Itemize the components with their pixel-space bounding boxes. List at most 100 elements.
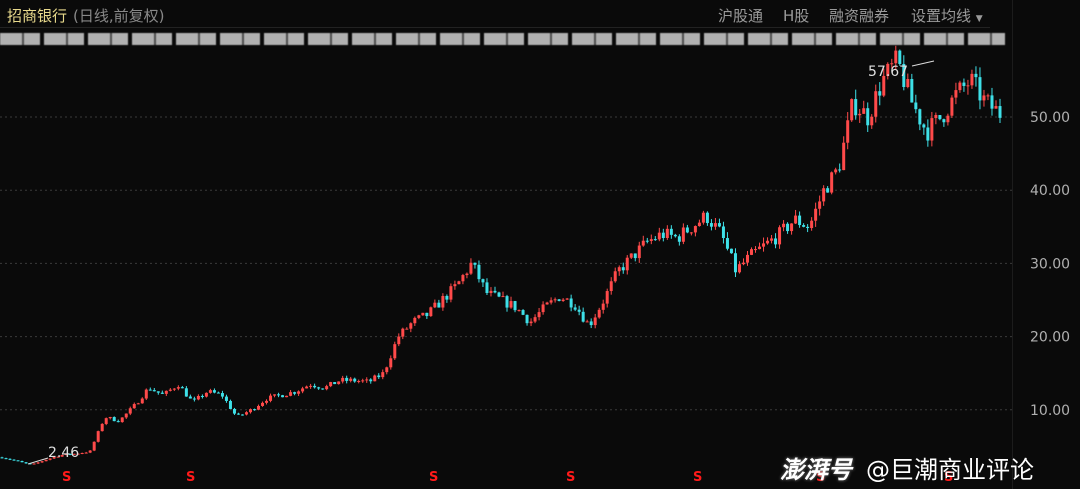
candle-body [842,142,846,171]
candle-body [257,405,261,410]
candle-body [962,82,966,86]
candle-body [858,113,862,116]
y-tick-label: 40.00 [1030,183,1070,199]
candle-body [794,215,798,224]
candle-body [725,238,729,249]
candle-body [561,299,565,302]
y-tick-label: 20.00 [1030,330,1070,346]
candle-body [601,303,605,310]
candle-body [100,423,104,432]
candle-body [782,223,786,228]
candle-body [353,378,357,382]
candle-body [850,99,854,121]
candle-body [4,458,8,460]
candle-body [854,99,858,116]
candle-body [629,253,633,258]
candle-body [806,226,810,229]
candle-body [489,290,493,293]
candle-body [513,301,517,311]
candle-body [397,336,401,345]
candle-body [377,375,381,378]
candle-body [240,414,244,416]
candle-body [834,169,838,173]
candle-body [802,225,806,227]
candle-body [754,249,758,251]
candle-body [184,388,188,397]
signal-s-marker: S [429,470,438,485]
candle-body [577,309,581,312]
candle-body [533,317,537,322]
candle-body [810,220,814,229]
candle-body [717,223,721,227]
candle-body [96,431,100,442]
candlestick-chart[interactable]: 10.0020.0030.0040.0050.002.4657.67S S S S S S… [0,0,1080,489]
candle-body [745,254,749,263]
candle-body [914,102,918,110]
candle-body [938,115,942,120]
candle-body [277,394,281,396]
candle-body [361,380,365,382]
signal-s-marker: S [62,470,71,485]
candle-body [128,408,132,414]
candle-body [549,300,553,303]
candle-body [208,390,212,393]
candle-body [341,377,345,382]
candle-body [469,262,473,274]
candle-body [244,412,248,415]
candle-body [449,286,453,300]
candle-body [144,389,148,399]
candle-body [673,234,677,237]
low-price-label: 2.46 [48,445,79,461]
candle-body [437,302,441,308]
candle-body [874,91,878,117]
candle-body [930,118,934,141]
candle-body [232,408,236,414]
candle-body [357,380,361,382]
candle-body [922,124,926,128]
candle-body [569,298,573,308]
candle-body [385,367,389,373]
candle-body [689,232,693,234]
candle-body [337,381,341,385]
candle-body [80,453,84,455]
candle-body [216,392,220,394]
candle-body [365,379,369,381]
candle-body [786,223,790,232]
candle-body [132,404,136,409]
candle-body [958,82,962,91]
candle-body [657,232,661,240]
candle-body [553,299,557,301]
candle-body [248,409,252,413]
candle-body [669,228,673,235]
candle-body [509,301,513,308]
candle-body [136,403,140,405]
candle-body [369,379,373,382]
candle-body [293,392,297,394]
candle-body [721,226,725,239]
candle-body [814,208,818,221]
candle-body [0,457,4,459]
candle-body [609,281,613,292]
candle-body [774,238,778,245]
candle-body [605,291,609,304]
candle-body [982,95,986,101]
candle-body [457,281,461,285]
candle-body [297,391,301,394]
candle-body [148,389,152,391]
candle-body [325,386,329,390]
candle-body [621,267,625,271]
candle-body [637,245,641,259]
candle-body [750,249,754,255]
candle-body [172,388,176,390]
candle-body [685,227,689,233]
candle-body [918,109,922,125]
signal-s-marker: S [186,470,195,485]
candle-body [998,106,1002,118]
candle-body [40,461,44,463]
candle-body [281,395,285,398]
candle-body [974,73,978,78]
candle-body [273,394,277,396]
candle-body [16,460,20,462]
candle-body [381,372,385,378]
candle-body [541,304,545,313]
